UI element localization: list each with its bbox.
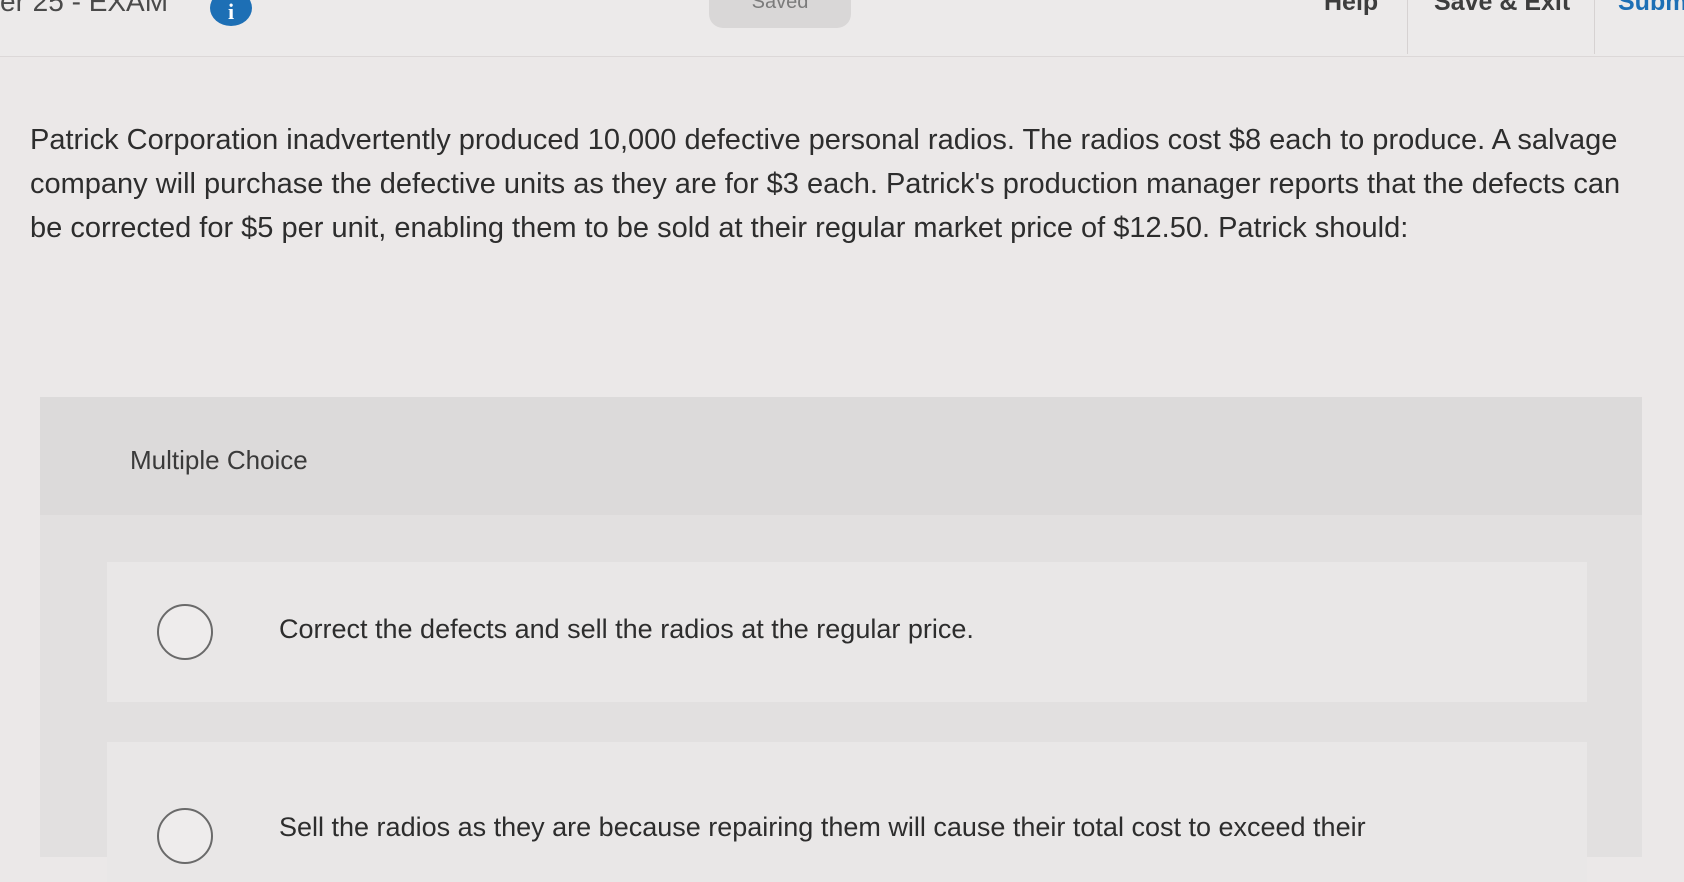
- saved-status-badge: Saved: [709, 0, 851, 28]
- exam-title: er 25 - EXAM: [0, 0, 169, 17]
- radio-button-icon[interactable]: [157, 604, 213, 660]
- info-icon[interactable]: i: [210, 0, 252, 26]
- answer-option-text[interactable]: Correct the defects and sell the radios …: [279, 614, 974, 645]
- radio-button-icon[interactable]: [157, 808, 213, 864]
- answer-option-1[interactable]: Correct the defects and sell the radios …: [107, 562, 1587, 702]
- help-button[interactable]: Help: [1324, 0, 1378, 17]
- multiple-choice-header: Multiple Choice: [40, 397, 1642, 515]
- save-exit-button[interactable]: Save & Exit: [1434, 0, 1570, 17]
- top-bar: er 25 - EXAM i Saved Help Save & Exit Su…: [0, 0, 1684, 57]
- question-text: Patrick Corporation inadvertently produc…: [30, 124, 1621, 244]
- nav-divider: [1407, 0, 1408, 54]
- nav-divider: [1594, 0, 1595, 54]
- multiple-choice-panel: Multiple Choice Correct the defects and …: [40, 397, 1642, 882]
- multiple-choice-label: Multiple Choice: [130, 445, 308, 475]
- submit-button[interactable]: Subm: [1618, 0, 1684, 17]
- answer-option-text[interactable]: Sell the radios as they are because repa…: [279, 812, 1366, 843]
- answer-option-2[interactable]: Sell the radios as they are because repa…: [107, 742, 1587, 882]
